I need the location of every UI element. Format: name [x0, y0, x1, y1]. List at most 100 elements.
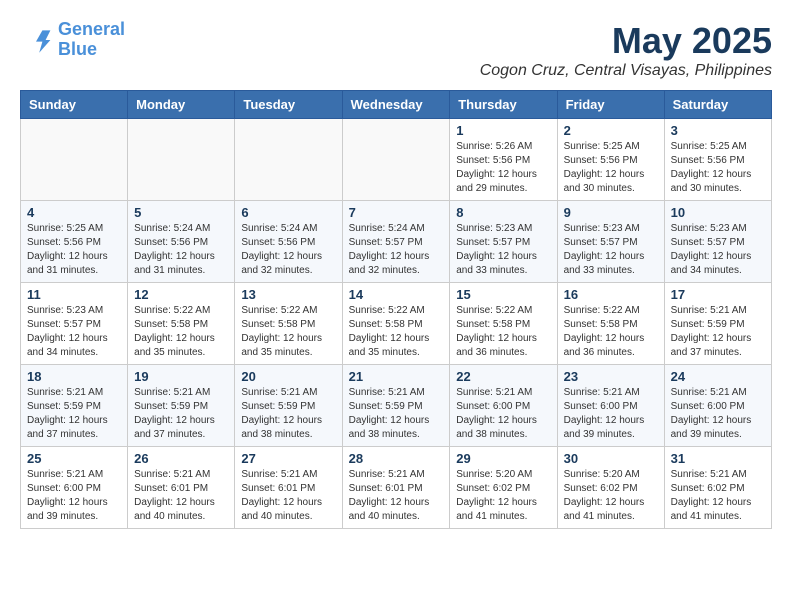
calendar-week-5: 25 Sunrise: 5:21 AM Sunset: 6:00 PM Dayli… — [21, 447, 772, 529]
day-number: 13 — [241, 287, 335, 302]
calendar-week-4: 18 Sunrise: 5:21 AM Sunset: 5:59 PM Dayli… — [21, 365, 772, 447]
day-number: 18 — [27, 369, 121, 384]
day-number: 10 — [671, 205, 765, 220]
calendar-cell: 31 Sunrise: 5:21 AM Sunset: 6:02 PM Dayli… — [664, 447, 771, 529]
calendar-cell: 21 Sunrise: 5:21 AM Sunset: 5:59 PM Dayli… — [342, 365, 450, 447]
day-info: Sunrise: 5:20 AM Sunset: 6:02 PM Dayligh… — [456, 468, 550, 524]
calendar-week-3: 11 Sunrise: 5:23 AM Sunset: 5:57 PM Dayli… — [21, 283, 772, 365]
day-info: Sunrise: 5:22 AM Sunset: 5:58 PM Dayligh… — [564, 304, 658, 360]
day-number: 5 — [134, 205, 228, 220]
weekday-header-sunday: Sunday — [21, 91, 128, 119]
weekday-header-row: SundayMondayTuesdayWednesdayThursdayFrid… — [21, 91, 772, 119]
calendar-cell — [235, 119, 342, 201]
calendar-cell: 26 Sunrise: 5:21 AM Sunset: 6:01 PM Dayli… — [128, 447, 235, 529]
logo: General Blue — [20, 20, 125, 60]
calendar-cell: 6 Sunrise: 5:24 AM Sunset: 5:56 PM Daylig… — [235, 201, 342, 283]
day-info: Sunrise: 5:23 AM Sunset: 5:57 PM Dayligh… — [671, 222, 765, 278]
day-info: Sunrise: 5:24 AM Sunset: 5:56 PM Dayligh… — [241, 222, 335, 278]
day-info: Sunrise: 5:25 AM Sunset: 5:56 PM Dayligh… — [564, 140, 658, 196]
calendar-cell: 16Sunrise: 5:22 AM Sunset: 5:58 PM Dayli… — [557, 283, 664, 365]
day-info: Sunrise: 5:21 AM Sunset: 6:00 PM Dayligh… — [27, 468, 121, 524]
day-info: Sunrise: 5:24 AM Sunset: 5:57 PM Dayligh… — [349, 222, 444, 278]
calendar-cell: 1 Sunrise: 5:26 AM Sunset: 5:56 PM Daylig… — [450, 119, 557, 201]
calendar-cell: 25 Sunrise: 5:21 AM Sunset: 6:00 PM Dayli… — [21, 447, 128, 529]
calendar-cell: 18 Sunrise: 5:21 AM Sunset: 5:59 PM Dayli… — [21, 365, 128, 447]
day-info: Sunrise: 5:22 AM Sunset: 5:58 PM Dayligh… — [134, 304, 228, 360]
day-info: Sunrise: 5:22 AM Sunset: 5:58 PM Dayligh… — [456, 304, 550, 360]
day-number: 11 — [27, 287, 121, 302]
day-number: 2 — [564, 123, 658, 138]
calendar-cell: 29 Sunrise: 5:20 AM Sunset: 6:02 PM Dayli… — [450, 447, 557, 529]
day-info: Sunrise: 5:23 AM Sunset: 5:57 PM Dayligh… — [27, 304, 121, 360]
calendar-table: SundayMondayTuesdayWednesdayThursdayFrid… — [20, 90, 772, 529]
calendar-week-2: 4Sunrise: 5:25 AM Sunset: 5:56 PM Daylig… — [21, 201, 772, 283]
day-number: 25 — [27, 451, 121, 466]
calendar-cell: 4Sunrise: 5:25 AM Sunset: 5:56 PM Daylig… — [21, 201, 128, 283]
day-number: 21 — [349, 369, 444, 384]
day-number: 12 — [134, 287, 228, 302]
day-info: Sunrise: 5:21 AM Sunset: 5:59 PM Dayligh… — [134, 386, 228, 442]
day-number: 22 — [456, 369, 550, 384]
day-number: 24 — [671, 369, 765, 384]
calendar-cell: 24 Sunrise: 5:21 AM Sunset: 6:00 PM Dayli… — [664, 365, 771, 447]
calendar-cell: 14 Sunrise: 5:22 AM Sunset: 5:58 PM Dayli… — [342, 283, 450, 365]
logo-line1: General — [58, 19, 125, 39]
day-info: Sunrise: 5:26 AM Sunset: 5:56 PM Dayligh… — [456, 140, 550, 196]
calendar-cell: 27Sunrise: 5:21 AM Sunset: 6:01 PM Dayli… — [235, 447, 342, 529]
logo-line2: Blue — [58, 40, 125, 60]
calendar-cell: 28 Sunrise: 5:21 AM Sunset: 6:01 PM Dayli… — [342, 447, 450, 529]
day-number: 6 — [241, 205, 335, 220]
calendar-cell: 12 Sunrise: 5:22 AM Sunset: 5:58 PM Dayli… — [128, 283, 235, 365]
day-info: Sunrise: 5:24 AM Sunset: 5:56 PM Dayligh… — [134, 222, 228, 278]
day-info: Sunrise: 5:25 AM Sunset: 5:56 PM Dayligh… — [671, 140, 765, 196]
calendar-cell — [21, 119, 128, 201]
day-number: 23 — [564, 369, 658, 384]
calendar-cell: 19Sunrise: 5:21 AM Sunset: 5:59 PM Dayli… — [128, 365, 235, 447]
weekday-header-tuesday: Tuesday — [235, 91, 342, 119]
day-info: Sunrise: 5:23 AM Sunset: 5:57 PM Dayligh… — [456, 222, 550, 278]
day-info: Sunrise: 5:21 AM Sunset: 6:02 PM Dayligh… — [671, 468, 765, 524]
day-info: Sunrise: 5:21 AM Sunset: 6:01 PM Dayligh… — [134, 468, 228, 524]
day-info: Sunrise: 5:22 AM Sunset: 5:58 PM Dayligh… — [349, 304, 444, 360]
day-number: 15 — [456, 287, 550, 302]
day-number: 17 — [671, 287, 765, 302]
calendar-cell — [342, 119, 450, 201]
calendar-cell: 7 Sunrise: 5:24 AM Sunset: 5:57 PM Daylig… — [342, 201, 450, 283]
day-number: 14 — [349, 287, 444, 302]
calendar-cell: 13 Sunrise: 5:22 AM Sunset: 5:58 PM Dayli… — [235, 283, 342, 365]
calendar-cell: 22 Sunrise: 5:21 AM Sunset: 6:00 PM Dayli… — [450, 365, 557, 447]
calendar-cell — [128, 119, 235, 201]
calendar-cell: 11 Sunrise: 5:23 AM Sunset: 5:57 PM Dayli… — [21, 283, 128, 365]
day-number: 9 — [564, 205, 658, 220]
day-info: Sunrise: 5:21 AM Sunset: 5:59 PM Dayligh… — [349, 386, 444, 442]
day-number: 29 — [456, 451, 550, 466]
day-info: Sunrise: 5:21 AM Sunset: 5:59 PM Dayligh… — [671, 304, 765, 360]
day-info: Sunrise: 5:21 AM Sunset: 6:00 PM Dayligh… — [671, 386, 765, 442]
day-number: 1 — [456, 123, 550, 138]
day-number: 27 — [241, 451, 335, 466]
day-number: 31 — [671, 451, 765, 466]
day-info: Sunrise: 5:21 AM Sunset: 6:00 PM Dayligh… — [564, 386, 658, 442]
day-info: Sunrise: 5:21 AM Sunset: 6:01 PM Dayligh… — [349, 468, 444, 524]
weekday-header-friday: Friday — [557, 91, 664, 119]
calendar-cell: 5 Sunrise: 5:24 AM Sunset: 5:56 PM Daylig… — [128, 201, 235, 283]
day-info: Sunrise: 5:25 AM Sunset: 5:56 PM Dayligh… — [27, 222, 121, 278]
calendar-cell: 2 Sunrise: 5:25 AM Sunset: 5:56 PM Daylig… — [557, 119, 664, 201]
weekday-header-wednesday: Wednesday — [342, 91, 450, 119]
weekday-header-thursday: Thursday — [450, 91, 557, 119]
day-info: Sunrise: 5:20 AM Sunset: 6:02 PM Dayligh… — [564, 468, 658, 524]
day-info: Sunrise: 5:22 AM Sunset: 5:58 PM Dayligh… — [241, 304, 335, 360]
month-title: May 2025 — [480, 20, 772, 62]
calendar-cell: 17 Sunrise: 5:21 AM Sunset: 5:59 PM Dayli… — [664, 283, 771, 365]
day-number: 26 — [134, 451, 228, 466]
day-info: Sunrise: 5:21 AM Sunset: 5:59 PM Dayligh… — [27, 386, 121, 442]
day-info: Sunrise: 5:21 AM Sunset: 6:00 PM Dayligh… — [456, 386, 550, 442]
calendar-cell: 23 Sunrise: 5:21 AM Sunset: 6:00 PM Dayli… — [557, 365, 664, 447]
calendar-week-1: 1 Sunrise: 5:26 AM Sunset: 5:56 PM Daylig… — [21, 119, 772, 201]
day-number: 20 — [241, 369, 335, 384]
day-number: 28 — [349, 451, 444, 466]
title-block: May 2025 Cogon Cruz, Central Visayas, Ph… — [480, 20, 772, 80]
day-number: 7 — [349, 205, 444, 220]
calendar-cell: 15 Sunrise: 5:22 AM Sunset: 5:58 PM Dayli… — [450, 283, 557, 365]
weekday-header-monday: Monday — [128, 91, 235, 119]
